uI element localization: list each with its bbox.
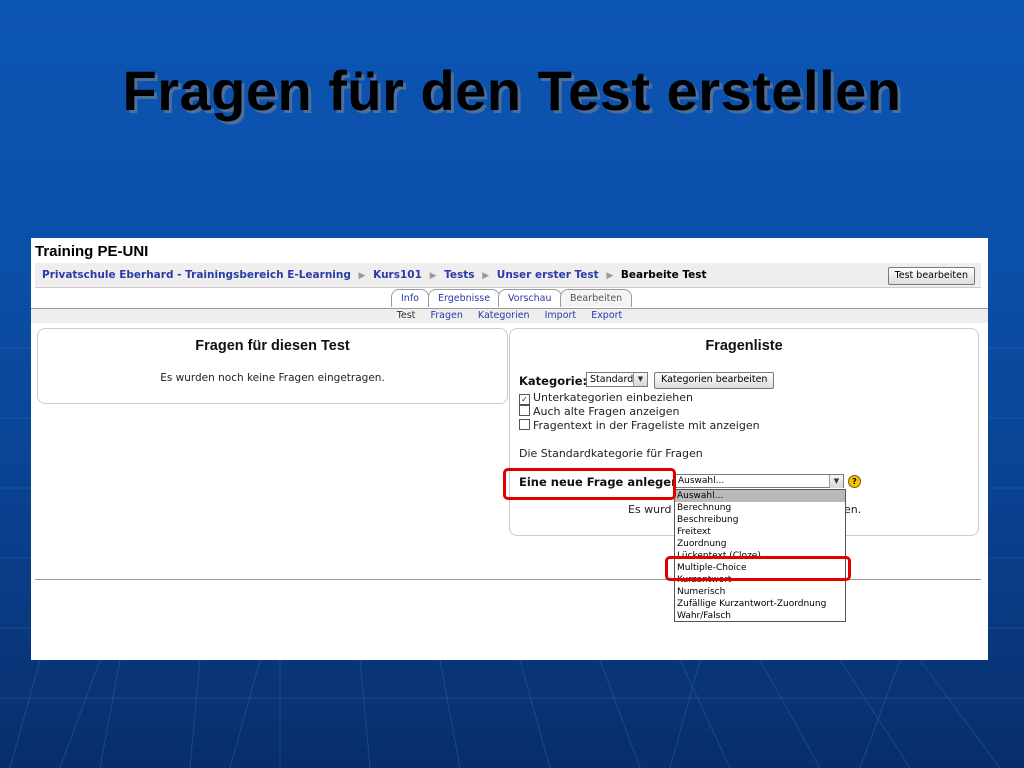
dropdown-option-true-false[interactable]: Wahr/Falsch xyxy=(675,610,845,622)
breadcrumb-separator-icon: ▶ xyxy=(482,271,490,281)
dropdown-option-description[interactable]: Beschreibung xyxy=(675,514,845,526)
breadcrumb-current: Bearbeite Test xyxy=(620,269,707,281)
tab-bar: Info Ergebnisse Vorschau Bearbeiten xyxy=(31,288,988,309)
navigation-bar: Privatschule Eberhard - Trainingsbereich… xyxy=(35,263,981,288)
breadcrumb-item-tests[interactable]: Tests xyxy=(444,269,474,281)
tab-edit[interactable]: Bearbeiten xyxy=(560,289,633,307)
partial-message-end: en. xyxy=(844,503,862,516)
panel-heading: Fragenliste xyxy=(705,338,783,354)
panel-heading: Fragen für diesen Test xyxy=(195,338,350,354)
checkbox-row-subcategories[interactable]: ✓ Unterkategorien einbeziehen xyxy=(519,391,693,405)
tab-info[interactable]: Info xyxy=(391,289,429,307)
test-questions-panel: Fragen für diesen Test Es wurden noch ke… xyxy=(37,328,508,404)
subtab-import[interactable]: Import xyxy=(545,310,577,321)
edit-categories-button[interactable]: Kategorien bearbeiten xyxy=(654,372,775,389)
empty-message: Es wurden noch keine Fragen eingetragen. xyxy=(160,372,385,384)
tab-results[interactable]: Ergebnisse xyxy=(428,289,501,307)
dropdown-option-selection[interactable]: Auswahl... xyxy=(675,490,845,502)
breadcrumb-separator-icon: ▶ xyxy=(358,271,366,281)
dropdown-option-matching[interactable]: Zuordnung xyxy=(675,538,845,550)
highlight-new-question xyxy=(503,468,676,500)
checkbox-unchecked[interactable] xyxy=(519,419,530,430)
breadcrumb-item-test[interactable]: Unser erster Test xyxy=(497,269,599,281)
dropdown-option-essay[interactable]: Freitext xyxy=(675,526,845,538)
help-icon[interactable]: ? xyxy=(848,475,861,488)
chevron-down-icon[interactable]: ▼ xyxy=(633,373,647,386)
breadcrumb-item-school[interactable]: Privatschule Eberhard - Trainingsbereich… xyxy=(42,269,351,281)
subtab-bar: Test Fragen Kategorien Import Export xyxy=(31,309,988,323)
subtab-test: Test xyxy=(396,310,416,321)
highlight-multiple-choice xyxy=(665,556,851,581)
new-question-select-value: Auswahl... xyxy=(678,476,725,486)
subtab-questions[interactable]: Fragen xyxy=(430,310,462,321)
screenshot-window: Training PE-UNI Privatschule Eberhard - … xyxy=(31,238,988,660)
dropdown-option-numerical[interactable]: Numerisch xyxy=(675,586,845,598)
category-label: Kategorie: xyxy=(519,374,588,388)
app-title: Training PE-UNI xyxy=(35,243,149,260)
breadcrumb-separator-icon: ▶ xyxy=(606,271,614,281)
checkbox-row-question-text[interactable]: Fragentext in der Frageliste mit anzeige… xyxy=(519,419,760,432)
breadcrumb: Privatschule Eberhard - Trainingsbereich… xyxy=(42,269,707,281)
category-description: Die Standardkategorie für Fragen xyxy=(519,447,703,460)
partial-message-start: Es wurd xyxy=(628,503,672,516)
breadcrumb-separator-icon: ▶ xyxy=(429,271,437,281)
checkbox-unchecked[interactable] xyxy=(519,405,530,416)
checkbox-checked[interactable]: ✓ xyxy=(519,394,530,405)
checkbox-row-old-questions[interactable]: Auch alte Fragen anzeigen xyxy=(519,405,679,418)
breadcrumb-item-course[interactable]: Kurs101 xyxy=(373,269,422,281)
category-select-value: Standard xyxy=(590,374,634,385)
chevron-down-icon[interactable]: ▼ xyxy=(829,475,843,488)
tab-preview[interactable]: Vorschau xyxy=(498,289,562,307)
checkbox-label: Unterkategorien einbeziehen xyxy=(533,391,694,404)
subtab-export[interactable]: Export xyxy=(591,310,622,321)
category-select[interactable]: Standard ▼ xyxy=(586,372,648,387)
checkbox-label: Fragentext in der Frageliste mit anzeige… xyxy=(533,419,760,432)
edit-test-button[interactable]: Test bearbeiten xyxy=(887,267,975,285)
new-question-select[interactable]: Auswahl... ▼ xyxy=(674,474,844,488)
slide-title: Fragen für den Test erstellen xyxy=(122,59,902,122)
subtab-categories[interactable]: Kategorien xyxy=(478,310,530,321)
dropdown-option-random-matching[interactable]: Zufällige Kurzantwort-Zuordnung xyxy=(675,598,845,610)
dropdown-option-calculation[interactable]: Berechnung xyxy=(675,502,845,514)
checkbox-label: Auch alte Fragen anzeigen xyxy=(533,405,680,418)
